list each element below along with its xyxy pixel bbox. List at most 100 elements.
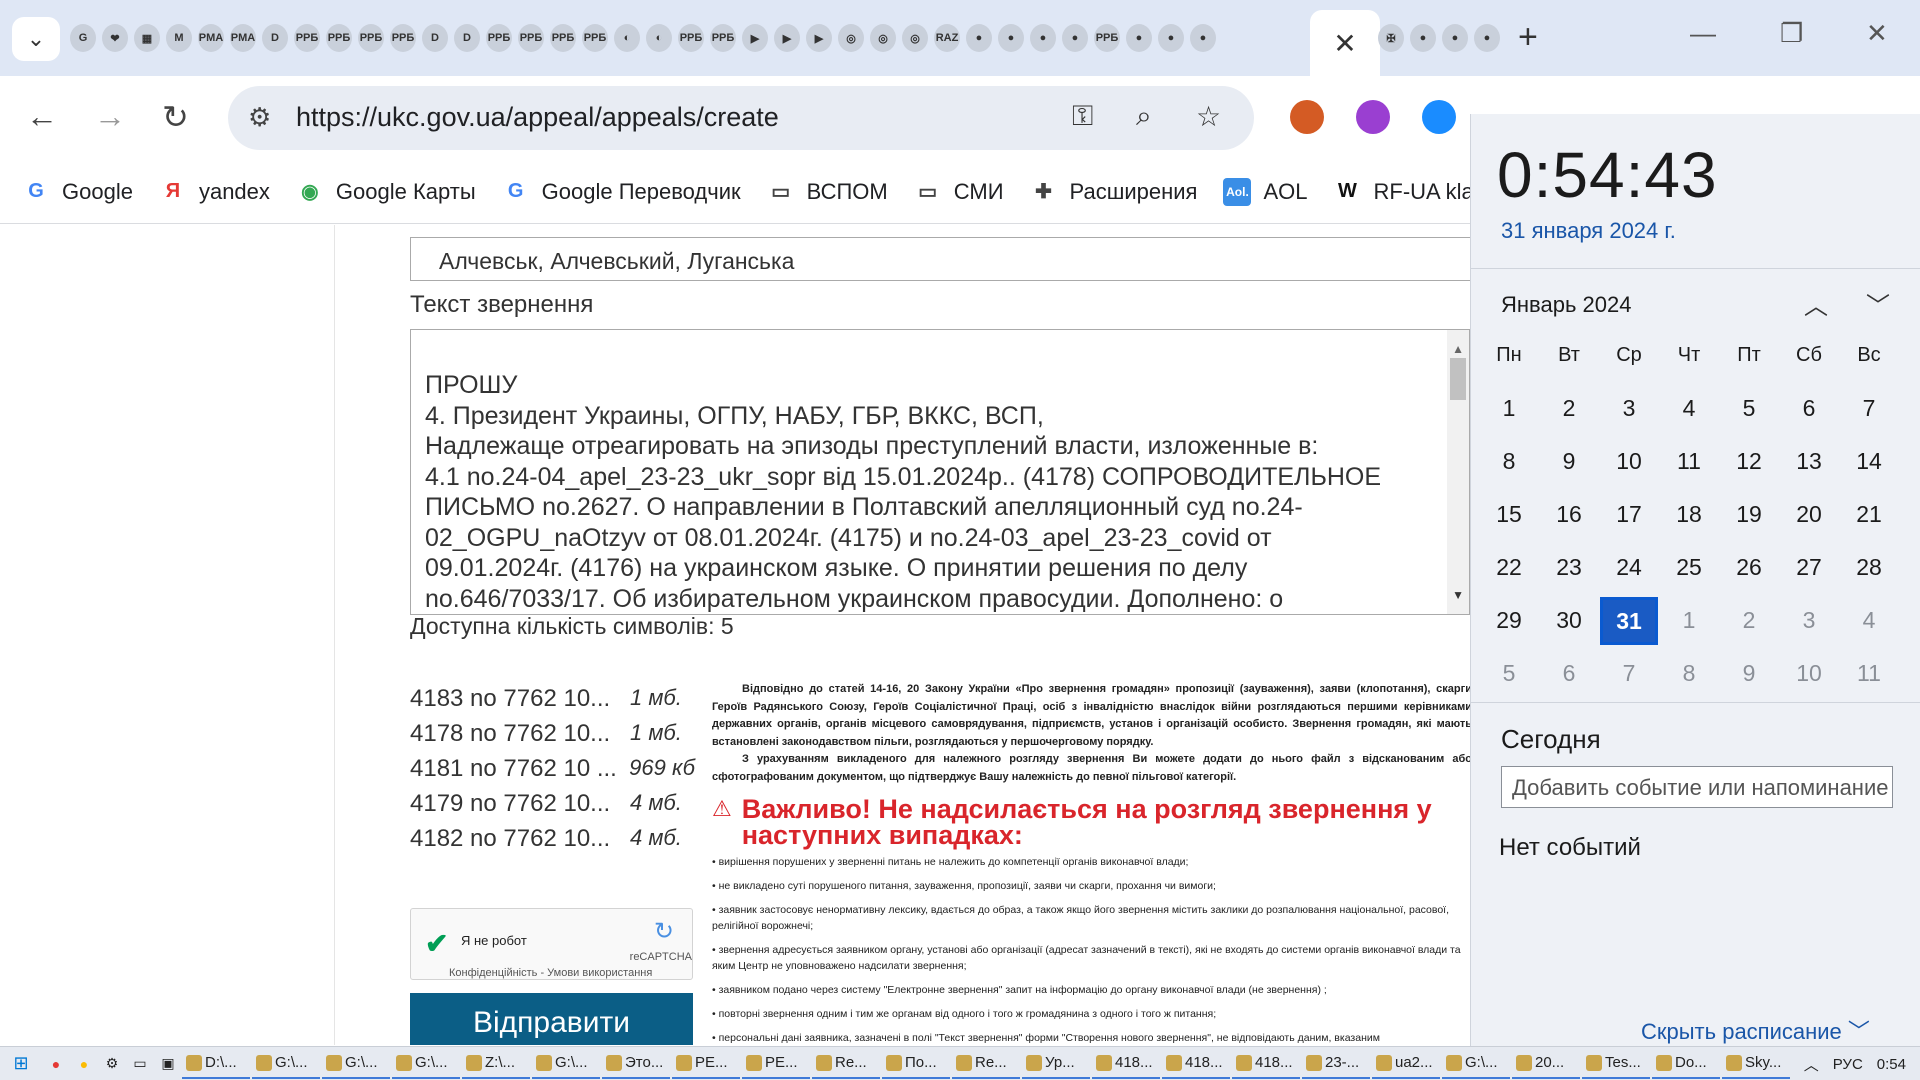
calendar-day[interactable]: 28 <box>1839 554 1899 581</box>
tab-favicon-icon[interactable]: PPБ <box>518 24 544 52</box>
settings-pin-icon[interactable]: ⚙ <box>98 1052 126 1076</box>
date-link[interactable]: 31 января 2024 г. <box>1501 218 1676 244</box>
tab-favicon-icon[interactable]: ● <box>1474 24 1500 52</box>
tab-favicon-icon[interactable]: ● <box>966 24 992 52</box>
extension-globe-icon[interactable] <box>1290 100 1324 134</box>
tab-favicon-icon[interactable]: PMA <box>198 24 224 52</box>
calendar-day[interactable]: 7 <box>1599 660 1659 687</box>
file-row[interactable]: 4179 no 7762 10... 4 мб. <box>410 790 695 825</box>
tab-favicon-icon[interactable]: ● <box>1190 24 1216 52</box>
calendar-day[interactable]: 3 <box>1779 607 1839 634</box>
tab-favicon-icon[interactable]: D <box>422 24 448 52</box>
tab-favicon-icon[interactable]: D <box>454 24 480 52</box>
calendar-day[interactable]: 23 <box>1539 554 1599 581</box>
month-label[interactable]: Январь 2024 <box>1501 292 1631 318</box>
taskbar-item[interactable]: D:\... <box>182 1049 250 1079</box>
taskbar-item[interactable]: G:\... <box>322 1049 390 1079</box>
hide-schedule-link[interactable]: Скрыть расписание ﹀ <box>1641 1014 1870 1046</box>
calendar-day[interactable]: 6 <box>1779 395 1839 422</box>
tab-favicon-icon[interactable]: ● <box>1030 24 1056 52</box>
calendar-day[interactable]: 19 <box>1719 501 1779 528</box>
forward-arrow-icon[interactable]: → <box>94 98 126 135</box>
tab-favicon-icon[interactable]: PPБ <box>390 24 416 52</box>
tab-favicon-icon[interactable]: ▶ <box>806 24 832 52</box>
tab-favicon-icon[interactable]: ▶ <box>774 24 800 52</box>
tab-favicon-icon[interactable]: PMA <box>230 24 256 52</box>
taskbar-clock[interactable]: 0:54 <box>1877 1056 1906 1073</box>
calendar-day[interactable]: 20 <box>1779 501 1839 528</box>
calendar-day[interactable]: 2 <box>1719 607 1779 634</box>
calendar-day[interactable]: 4 <box>1659 395 1719 422</box>
chevron-up-icon[interactable]: ︿ <box>1804 1054 1819 1075</box>
calendar-day[interactable]: 9 <box>1719 660 1779 687</box>
bookmark-item[interactable]: ✚ Расширения <box>1030 178 1197 206</box>
tab-favicon-icon[interactable]: G <box>70 24 96 52</box>
calendar-day[interactable]: 21 <box>1839 501 1899 528</box>
tab-favicon-icon[interactable]: PPБ <box>486 24 512 52</box>
recaptcha-widget[interactable]: ✔ Я не робот ↻ reCAPTCHA Конфіденційніст… <box>410 908 693 980</box>
language-indicator[interactable]: РУС <box>1833 1056 1863 1073</box>
file-row[interactable]: 4178 no 7762 10... 1 мб. <box>410 720 695 755</box>
tab-favicon-icon[interactable]: ◐ <box>646 24 672 52</box>
tab-favicon-icon[interactable]: ◐ <box>614 24 640 52</box>
calendar-day[interactable]: 1 <box>1479 395 1539 422</box>
tab-search-button[interactable]: ⌄ <box>12 17 60 61</box>
calendar-day[interactable]: 12 <box>1719 448 1779 475</box>
calendar-day[interactable]: 1 <box>1659 607 1719 634</box>
chevron-down-icon[interactable]: ﹀ <box>1866 286 1890 321</box>
tab-favicon-icon[interactable]: PPБ <box>710 24 736 52</box>
taskbar-item[interactable]: PE... <box>742 1049 810 1079</box>
minimize-icon[interactable]: — <box>1690 18 1716 49</box>
taskbar-item[interactable]: По... <box>882 1049 950 1079</box>
calendar-day[interactable]: 17 <box>1599 501 1659 528</box>
taskbar-item[interactable]: G:\... <box>1442 1049 1510 1079</box>
taskbar-item[interactable]: Do... <box>1652 1049 1720 1079</box>
calendar-day[interactable]: 8 <box>1659 660 1719 687</box>
taskbar-item[interactable]: Z:\... <box>462 1049 530 1079</box>
calendar-day[interactable]: 5 <box>1479 660 1539 687</box>
tab-favicon-icon[interactable]: PPБ <box>582 24 608 52</box>
tab-favicon-icon[interactable]: PPБ <box>678 24 704 52</box>
file-row[interactable]: 4183 no 7762 10... 1 мб. <box>410 685 695 720</box>
tab-favicon-icon[interactable]: M <box>166 24 192 52</box>
taskbar-item[interactable]: 418... <box>1092 1049 1160 1079</box>
chevron-up-icon[interactable]: ︿ <box>1804 286 1828 321</box>
tab-favicon-icon[interactable]: ● <box>1410 24 1436 52</box>
recaptcha-links[interactable]: Конфіденційність - Умови використання <box>449 967 652 979</box>
tab-favicon-icon[interactable]: ● <box>998 24 1024 52</box>
tab-favicon-icon[interactable]: D <box>262 24 288 52</box>
extension-shazam-icon[interactable] <box>1422 100 1456 134</box>
calendar-day[interactable]: 6 <box>1539 660 1599 687</box>
extension-camera-icon[interactable] <box>1356 100 1390 134</box>
new-tab-button[interactable]: + <box>1518 18 1538 57</box>
star-icon[interactable]: ☆ <box>1196 100 1221 133</box>
taskbar-item[interactable]: PE... <box>672 1049 740 1079</box>
file-row[interactable]: 4181 no 7762 10 ... 969 кб <box>410 755 695 790</box>
tab-favicon-icon[interactable]: PPБ <box>358 24 384 52</box>
bookmark-item[interactable]: ▭ СМИ <box>914 178 1003 206</box>
calendar-day[interactable]: 10 <box>1599 448 1659 475</box>
calendar-day[interactable]: 27 <box>1779 554 1839 581</box>
taskbar-item[interactable]: 20... <box>1512 1049 1580 1079</box>
tab-favicon-icon[interactable]: ▶ <box>742 24 768 52</box>
scroll-thumb[interactable] <box>1450 358 1466 400</box>
tab-favicon-icon[interactable]: RAZ <box>934 24 960 52</box>
calendar-day[interactable]: 9 <box>1539 448 1599 475</box>
calendar-day[interactable]: 29 <box>1479 607 1539 634</box>
calendar-day[interactable]: 24 <box>1599 554 1659 581</box>
bookmark-item[interactable]: G Google Переводчик <box>502 178 741 206</box>
calendar-day[interactable]: 13 <box>1779 448 1839 475</box>
calendar-day[interactable]: 25 <box>1659 554 1719 581</box>
calendar-day[interactable]: 22 <box>1479 554 1539 581</box>
tab-favicon-icon[interactable]: ▦ <box>134 24 160 52</box>
address-bar[interactable]: ⚙ https://ukc.gov.ua/appeal/appeals/crea… <box>228 86 1254 150</box>
appeal-text-area[interactable]: ПРОШУ 4. Президент Украины, ОГПУ, НАБУ, Г… <box>410 329 1470 615</box>
tab-favicon-icon[interactable]: PPБ <box>326 24 352 52</box>
event-input[interactable]: Добавить событие или напоминание <box>1501 766 1893 808</box>
back-arrow-icon[interactable]: ← <box>26 98 58 135</box>
taskbar-item[interactable]: 418... <box>1162 1049 1230 1079</box>
taskbar-item[interactable]: ua2... <box>1372 1049 1440 1079</box>
bookmark-item[interactable]: W RF-UA kla <box>1334 178 1474 206</box>
tab-favicon-icon[interactable]: ● <box>1062 24 1088 52</box>
calendar-day[interactable]: 3 <box>1599 395 1659 422</box>
